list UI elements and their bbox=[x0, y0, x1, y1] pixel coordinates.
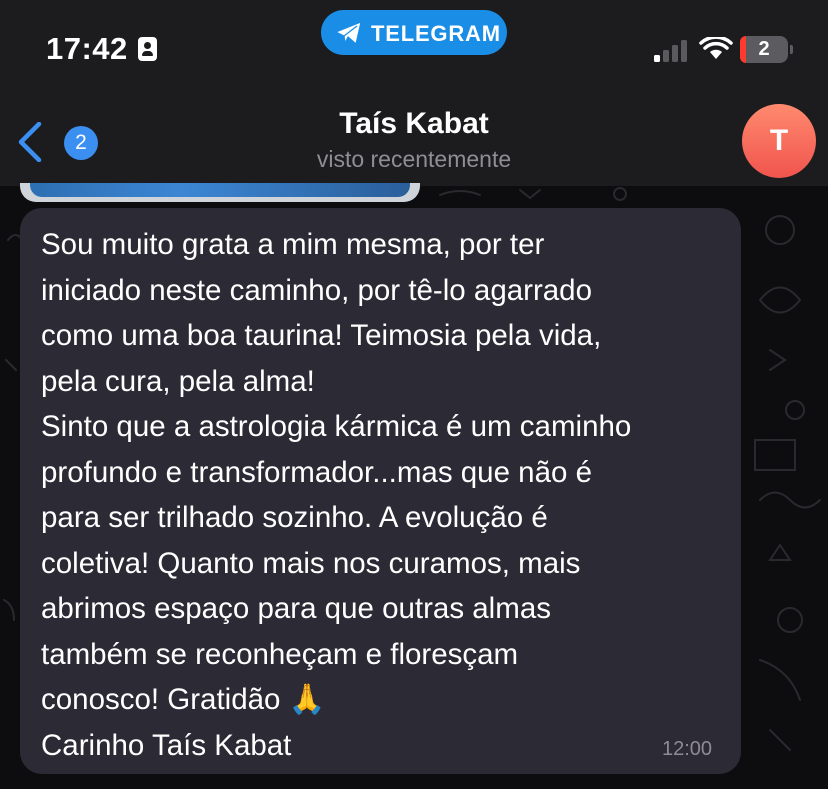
chat-title[interactable]: Taís Kabat bbox=[0, 107, 828, 141]
telegram-plane-icon bbox=[335, 21, 362, 45]
message-timestamp: 12:00 bbox=[662, 738, 713, 760]
battery-level: 2 bbox=[758, 38, 770, 60]
wifi-icon bbox=[699, 37, 733, 59]
telegram-pill-label: TELEGRAM bbox=[371, 21, 501, 46]
cellular-signal-icon bbox=[654, 38, 690, 62]
battery-tip bbox=[790, 45, 793, 54]
media-thumbnail bbox=[30, 183, 410, 197]
last-seen-status: visto recentemente bbox=[316, 146, 512, 172]
contact-card-icon bbox=[138, 37, 157, 61]
avatar[interactable]: T bbox=[742, 104, 816, 178]
message-text: Sou muito grata a mim mesma, por ter ini… bbox=[41, 228, 632, 762]
previous-media-message[interactable] bbox=[20, 183, 420, 202]
telegram-return-pill[interactable]: TELEGRAM bbox=[321, 10, 507, 55]
status-time: 17:42 bbox=[46, 31, 128, 66]
